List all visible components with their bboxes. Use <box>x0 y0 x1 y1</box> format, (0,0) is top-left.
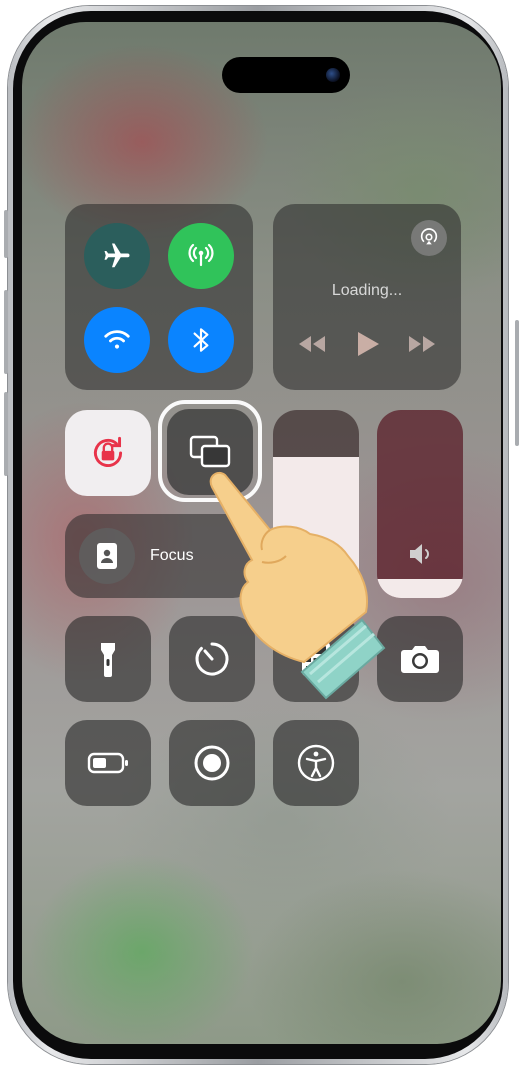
focus-label: Focus <box>150 547 194 564</box>
screen-record-button[interactable] <box>169 720 255 806</box>
now-playing-module[interactable]: Loading... <box>273 204 461 390</box>
wifi-button[interactable] <box>84 307 150 373</box>
airplane-mode-button[interactable] <box>84 223 150 289</box>
flashlight-icon <box>101 643 115 677</box>
screen: Loading... Focus <box>22 22 501 1044</box>
wifi-icon <box>104 330 130 349</box>
media-status-text: Loading... <box>331 282 403 299</box>
flashlight-button[interactable] <box>65 616 151 702</box>
volume-down-button <box>4 392 8 476</box>
volume-up-button <box>4 290 8 374</box>
pointing-hand-icon <box>209 471 386 700</box>
cellular-data-button[interactable] <box>168 223 234 289</box>
focus-icon-circle <box>79 528 135 584</box>
screen-record-icon <box>194 745 230 781</box>
speaker-icon <box>407 542 435 571</box>
fast-forward-icon[interactable] <box>407 334 437 359</box>
power-button <box>515 320 519 446</box>
focus-person-icon <box>97 543 117 569</box>
accessibility-icon <box>297 744 335 782</box>
airplay-icon[interactable] <box>411 220 447 256</box>
dynamic-island <box>222 57 350 93</box>
camera-icon <box>401 646 439 673</box>
orientation-lock-button[interactable] <box>65 410 151 496</box>
cellular-antenna-icon <box>188 243 214 267</box>
low-power-battery-icon <box>87 752 128 774</box>
bluetooth-button[interactable] <box>168 307 234 373</box>
connectivity-module <box>65 204 253 390</box>
accessibility-button[interactable] <box>273 720 359 806</box>
low-power-mode-button[interactable] <box>65 720 151 806</box>
action-button <box>4 210 8 258</box>
airplane-icon <box>104 243 130 268</box>
play-icon[interactable] <box>355 330 381 363</box>
bluetooth-icon <box>193 328 209 352</box>
rewind-icon[interactable] <box>297 334 327 359</box>
orientation-lock-icon <box>93 436 123 468</box>
